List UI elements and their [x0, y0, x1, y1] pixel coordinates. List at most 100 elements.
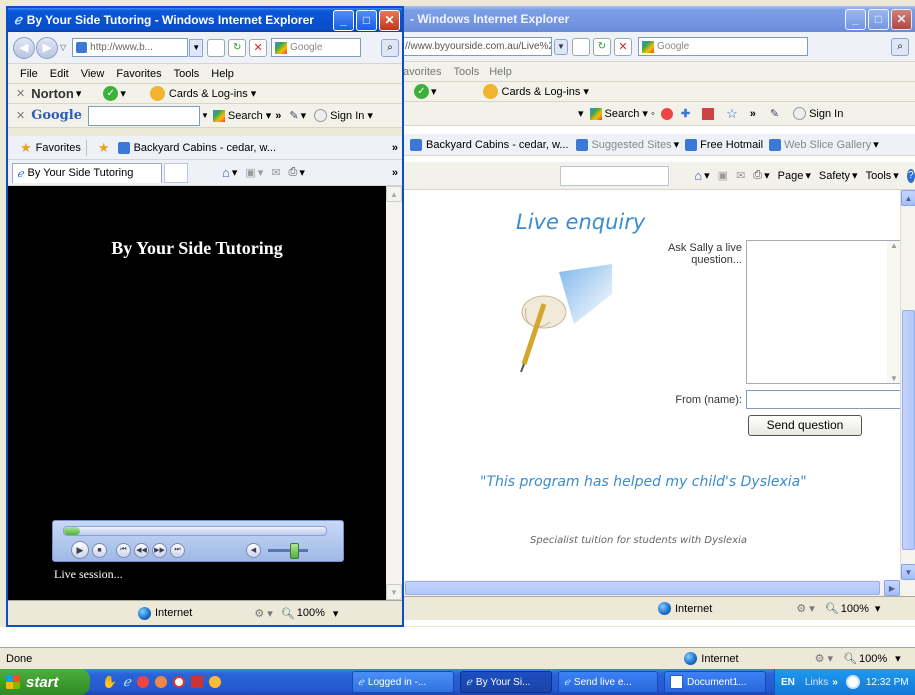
back-signin[interactable]: Sign In	[809, 108, 843, 120]
highlight-icon[interactable]	[702, 107, 715, 120]
front-cards-label[interactable]: Cards & Log-ins	[169, 88, 248, 100]
scroll-down-button[interactable]: ▼	[901, 564, 915, 580]
norton-check-icon[interactable]: ✓	[103, 86, 119, 101]
favorites-star-icon[interactable]: ★	[20, 140, 32, 156]
previous-button[interactable]: ⏮	[116, 542, 131, 558]
back-menu-tools[interactable]: Tools	[454, 66, 480, 78]
back-status-zoom[interactable]: 100%	[841, 603, 869, 615]
back-button[interactable]: ◀	[13, 36, 35, 59]
compat-view-icon[interactable]	[572, 37, 590, 56]
language-indicator[interactable]: EN	[781, 677, 795, 688]
forward-button[interactable]: ▶	[36, 36, 58, 59]
start-button[interactable]: start	[0, 669, 90, 695]
question-textarea[interactable]: ▲ ▼	[746, 240, 902, 384]
back-menu-favorites[interactable]: avorites	[403, 66, 442, 78]
front-signin[interactable]: Sign In	[330, 110, 364, 122]
menu-file[interactable]: File	[20, 68, 38, 80]
back-minimize-button[interactable]: _	[845, 8, 866, 30]
popup-icon[interactable]	[660, 107, 673, 120]
front-google-search[interactable]: Search	[228, 110, 263, 122]
seek-handle[interactable]	[64, 527, 80, 535]
back-address-bar[interactable]: //www.byyourside.com.au/Live%2	[402, 37, 552, 56]
back-safety-menu[interactable]: Safety	[819, 170, 850, 182]
volume-slider[interactable]	[268, 542, 308, 559]
search-go-icon[interactable]: ⌕	[891, 37, 909, 56]
close-toolbar-icon[interactable]: ✕	[16, 87, 25, 100]
more-icon[interactable]: »	[275, 110, 281, 122]
back-link-suggested[interactable]: Suggested Sites	[591, 139, 671, 151]
links-more-icon[interactable]: »	[832, 677, 838, 688]
home-icon[interactable]: ⌂	[694, 168, 702, 183]
help-icon[interactable]: ?	[906, 168, 915, 183]
front-title-bar[interactable]: ℯ By Your Side Tutoring - Windows Intern…	[8, 8, 402, 32]
add-favorite-icon[interactable]: ★	[98, 140, 110, 156]
favorites-label[interactable]: Favorites	[36, 142, 81, 154]
feeds-icon[interactable]: ▣	[245, 166, 255, 179]
app-quick-icon[interactable]	[154, 676, 167, 688]
zoom-icon[interactable]: 🔍︎	[825, 602, 839, 615]
back-title-bar[interactable]: - Windows Internet Explorer _ □ ✕	[400, 6, 915, 32]
protected-mode-icon[interactable]: ⚙ ▾	[796, 602, 814, 615]
send-question-button[interactable]: Send question	[748, 415, 862, 436]
volume-handle[interactable]	[290, 542, 299, 559]
more-icon[interactable]: »	[392, 167, 398, 179]
mail-icon[interactable]: ✉	[736, 169, 745, 182]
rewind-button[interactable]: ◀◀	[134, 542, 149, 558]
refresh-icon[interactable]: ↻	[228, 38, 247, 57]
menu-view[interactable]: View	[81, 68, 105, 80]
refresh-icon[interactable]: ↻	[593, 37, 611, 56]
close-toolbar-icon[interactable]: ✕	[16, 109, 25, 122]
play-button[interactable]: ▶	[71, 541, 89, 559]
scroll-hthumb[interactable]	[405, 581, 880, 595]
print-icon[interactable]: ⎙	[753, 169, 762, 182]
protected-mode-icon[interactable]: ⚙ ▾	[815, 652, 833, 665]
new-tab-button[interactable]	[164, 162, 188, 183]
more-icon[interactable]: »	[392, 142, 398, 154]
stop-button[interactable]: ■	[92, 542, 107, 558]
print-icon[interactable]: ⎙	[289, 166, 298, 179]
zoom-icon[interactable]: 🔍︎	[843, 652, 857, 665]
front-status-zoom[interactable]: 100%	[297, 607, 325, 619]
star-icon[interactable]: ☆	[726, 106, 738, 122]
quick-launch-icon[interactable]: ✋	[102, 675, 117, 689]
home-icon[interactable]: ⌂	[222, 165, 230, 180]
address-dropdown-icon[interactable]: ▼	[189, 38, 204, 57]
next-button[interactable]: ⏭	[170, 542, 185, 558]
back-menu-help[interactable]: Help	[489, 66, 512, 78]
address-dropdown-icon[interactable]: ▼	[554, 38, 568, 55]
stop-icon[interactable]: ✕	[614, 37, 632, 56]
volume-icon[interactable]: ◀	[246, 542, 261, 558]
more-icon[interactable]: »	[750, 108, 756, 120]
back-horizontal-scrollbar[interactable]: ▶	[400, 580, 915, 596]
scroll-up-button[interactable]: ▲	[386, 186, 402, 202]
plus-icon[interactable]: ✚	[681, 107, 690, 120]
fast-forward-button[interactable]: ▶▶	[152, 542, 167, 558]
menu-tools[interactable]: Tools	[174, 68, 200, 80]
scroll-up-button[interactable]: ▲	[901, 190, 915, 206]
taskbar-button-document[interactable]: Document1...	[664, 671, 766, 693]
menu-edit[interactable]: Edit	[50, 68, 69, 80]
mail-icon[interactable]: ✉	[271, 166, 280, 179]
signin-icon[interactable]	[314, 109, 328, 122]
front-address-bar[interactable]: http://www.b...	[72, 38, 189, 57]
front-restore-button[interactable]: □	[356, 9, 377, 31]
taskbar-button-logged-in[interactable]: ℯ Logged in -...	[352, 671, 454, 693]
taskbar-button-by-your-side[interactable]: ℯ By Your Si...	[460, 671, 552, 693]
front-close-button[interactable]: ✕	[379, 9, 400, 31]
bottom-status-zoom[interactable]: 100%	[859, 653, 887, 665]
zoom-icon[interactable]: 🔍︎	[281, 607, 295, 620]
compat-view-icon[interactable]	[207, 38, 226, 57]
ie-quick-icon[interactable]: ℯ	[123, 674, 131, 690]
back-page-menu[interactable]: Page	[778, 170, 804, 182]
norton-check-icon[interactable]: ✓	[414, 84, 429, 99]
from-name-input[interactable]	[746, 390, 906, 409]
feeds-icon[interactable]: ▣	[718, 169, 728, 182]
stop-icon[interactable]: ✕	[249, 38, 268, 57]
scroll-down-button[interactable]: ▼	[386, 584, 402, 600]
back-search-box[interactable]: Google	[638, 37, 808, 56]
back-link-webslice[interactable]: Web Slice Gallery	[784, 139, 871, 151]
app-quick-icon[interactable]	[172, 676, 185, 688]
back-restore-button[interactable]: □	[868, 8, 889, 30]
back-close-button[interactable]: ✕	[891, 8, 912, 30]
scroll-thumb[interactable]	[902, 310, 915, 550]
